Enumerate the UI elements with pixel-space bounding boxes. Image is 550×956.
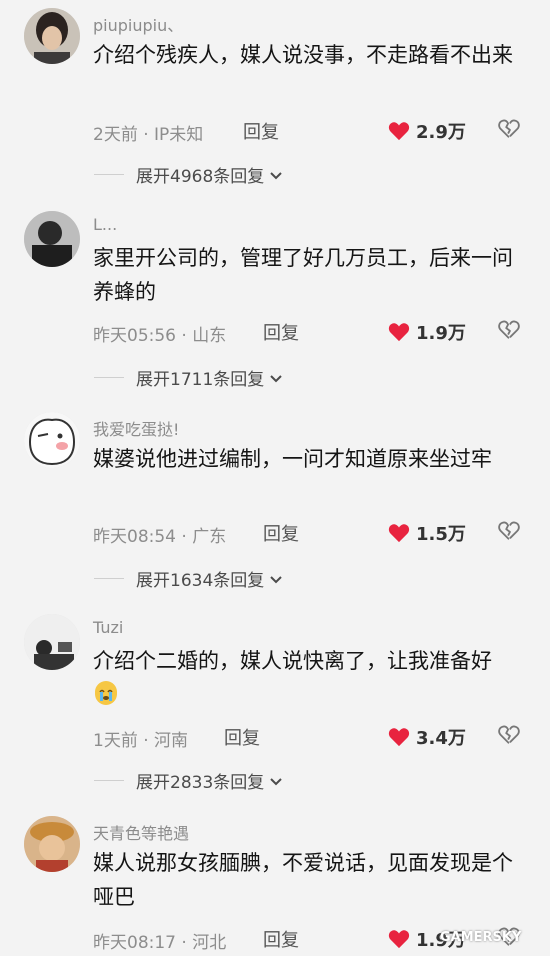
comment-meta: 昨天08:17 · 河北 [93,933,227,953]
watermark: GAMERSKY [440,930,522,945]
username[interactable]: Tuzi [93,618,123,637]
expand-replies-label: 展开1711条回复 [136,370,265,390]
broken-heart-icon[interactable] [498,724,520,746]
comment-meta: 昨天08:54 · 广东 [93,527,227,547]
expand-replies[interactable]: 展开4968条回复 [94,162,283,187]
heart-icon [388,930,410,949]
chevron-down-icon [270,575,282,583]
reply-button[interactable]: 回复 [263,319,299,345]
comment-text: 介绍个二婚的，媒人说快离了，让我准备好 [93,644,513,712]
avatar[interactable] [24,412,80,468]
crying-emoji-icon [95,681,117,705]
expand-replies-label: 展开1634条回复 [136,571,265,591]
divider [94,578,124,579]
like-button[interactable]: 2.9万 [388,118,466,144]
comment-text: 介绍个残疾人，媒人说没事，不走路看不出来 [93,43,513,67]
username[interactable]: 天青色等艳遇 [93,820,189,844]
heart-icon [388,122,410,141]
username[interactable]: L... [93,215,117,234]
like-count: 2.9万 [416,122,466,143]
avatar[interactable] [24,8,80,64]
broken-heart-icon[interactable] [498,520,520,542]
reply-button[interactable]: 回复 [263,520,299,546]
reply-button[interactable]: 回复 [243,118,279,144]
like-count: 1.5万 [416,524,466,545]
comment-meta: 昨天05:56 · 山东 [93,326,227,346]
heart-icon [388,728,410,747]
chevron-down-icon [270,777,282,785]
expand-replies[interactable]: 展开1634条回复 [94,566,283,591]
avatar[interactable] [24,211,80,267]
comment-meta: 2天前 · IP未知 [93,125,204,145]
expand-replies[interactable]: 展开2833条回复 [94,768,283,793]
chevron-down-icon [270,171,282,179]
expand-replies-label: 展开2833条回复 [136,773,265,793]
chevron-down-icon [270,374,282,382]
like-count: 3.4万 [416,728,466,749]
broken-heart-icon[interactable] [498,319,520,341]
comment-text: 媒人说那女孩腼腆，不爱说话，见面发现是个哑巴 [93,851,513,909]
expand-replies[interactable]: 展开1711条回复 [94,365,283,390]
like-button[interactable]: 1.9万 [388,319,466,345]
like-button[interactable]: 1.5万 [388,520,466,546]
divider [94,377,124,378]
heart-icon [388,524,410,543]
divider [94,174,124,175]
like-count: 1.9万 [416,323,466,344]
like-button[interactable]: 3.4万 [388,724,466,750]
reply-button[interactable]: 回复 [263,926,299,952]
expand-replies-label: 展开4968条回复 [136,167,265,187]
reply-button[interactable]: 回复 [224,724,260,750]
comment-text: 媒婆说他进过编制，一问才知道原来坐过牢 [93,447,492,471]
username[interactable]: piupiupiu、 [93,12,183,36]
broken-heart-icon[interactable] [498,118,520,140]
heart-icon [388,323,410,342]
avatar[interactable] [24,816,80,872]
comment-text-body: 介绍个二婚的，媒人说快离了，让我准备好 [93,649,492,673]
username[interactable]: 我爱吃蛋挞! [93,416,179,440]
divider [94,780,124,781]
comment-meta: 1天前 · 河南 [93,731,189,751]
comment-text: 家里开公司的，管理了好几万员工，后来一问养蜂的 [93,246,513,304]
avatar[interactable] [24,614,80,670]
